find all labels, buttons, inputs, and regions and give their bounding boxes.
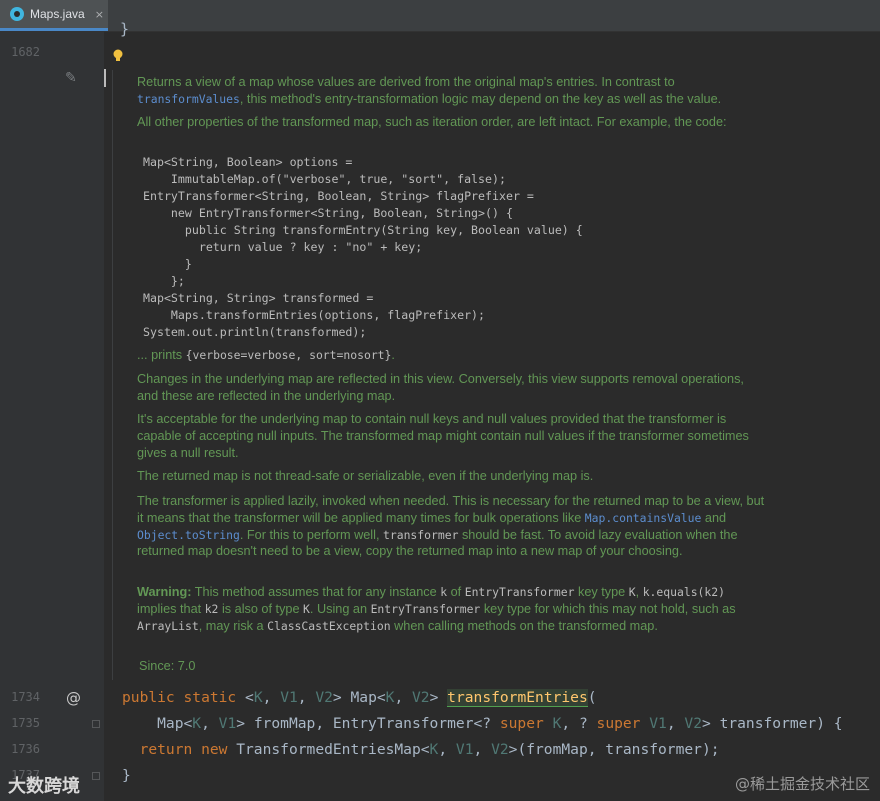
doc-link-map-containsValue[interactable]: Map.containsValue — [585, 511, 702, 525]
pencil-icon[interactable]: ✎ — [65, 70, 77, 86]
line-gutter — [0, 31, 104, 801]
doc-link-object-toString[interactable]: Object.toString — [137, 528, 240, 542]
method-name-highlight[interactable]: transformEntries — [447, 689, 588, 707]
java-class-icon — [10, 7, 24, 21]
close-icon[interactable]: × — [95, 8, 104, 21]
code-line-close[interactable]: } — [122, 767, 131, 784]
doc-prints-line: ... prints {verbose=verbose, sort=nosort… — [137, 348, 395, 362]
code-line-return[interactable]: return new TransformedEntriesMap<K, V1, … — [122, 741, 720, 758]
text-caret — [104, 69, 106, 87]
editor-tab-bar: Maps.java × — [0, 0, 880, 32]
doc-paragraph: The transformer is applied lazily, invok… — [137, 494, 765, 559]
doc-code-block: Map<String, Boolean> options = Immutable… — [143, 155, 583, 339]
doc-paragraph: All other properties of the transformed … — [137, 115, 727, 129]
javadoc-rendered: Returns a view of a map whose values are… — [112, 70, 768, 680]
fold-marker-icon[interactable] — [92, 772, 100, 780]
code-line-params[interactable]: Map<K, V1> fromMap, EntryTransformer<? s… — [122, 715, 842, 732]
lightbulb-icon[interactable] — [112, 49, 124, 63]
override-at-icon[interactable]: @ — [66, 689, 81, 707]
line-number: 1735 — [11, 716, 40, 730]
fold-marker-icon[interactable] — [92, 720, 100, 728]
tab-label: Maps.java — [30, 7, 85, 21]
doc-since: Since: 7.0 — [139, 659, 196, 673]
watermark-right: @稀土掘金技术社区 — [734, 775, 870, 793]
doc-link-transformValues[interactable]: transformValues — [137, 92, 240, 106]
line-number: 1736 — [11, 742, 40, 756]
doc-paragraph: Changes in the underlying map are reflec… — [137, 372, 744, 403]
doc-warning: Warning: This method assumes that for an… — [137, 585, 736, 633]
doc-paragraph: Returns a view of a map whose values are… — [137, 75, 722, 106]
code-closing-brace: } — [120, 20, 130, 38]
doc-paragraph: It's acceptable for the underlying map t… — [137, 412, 749, 460]
tab-maps-java[interactable]: Maps.java × — [0, 0, 108, 31]
line-number: 1734 — [11, 690, 40, 704]
watermark-left: 大数跨境 — [8, 776, 80, 797]
doc-paragraph: The returned map is not thread-safe or s… — [137, 469, 594, 483]
code-line-signature[interactable]: public static <K, V1, V2> Map<K, V2> tra… — [122, 689, 597, 707]
line-number: 1682 — [11, 45, 40, 59]
